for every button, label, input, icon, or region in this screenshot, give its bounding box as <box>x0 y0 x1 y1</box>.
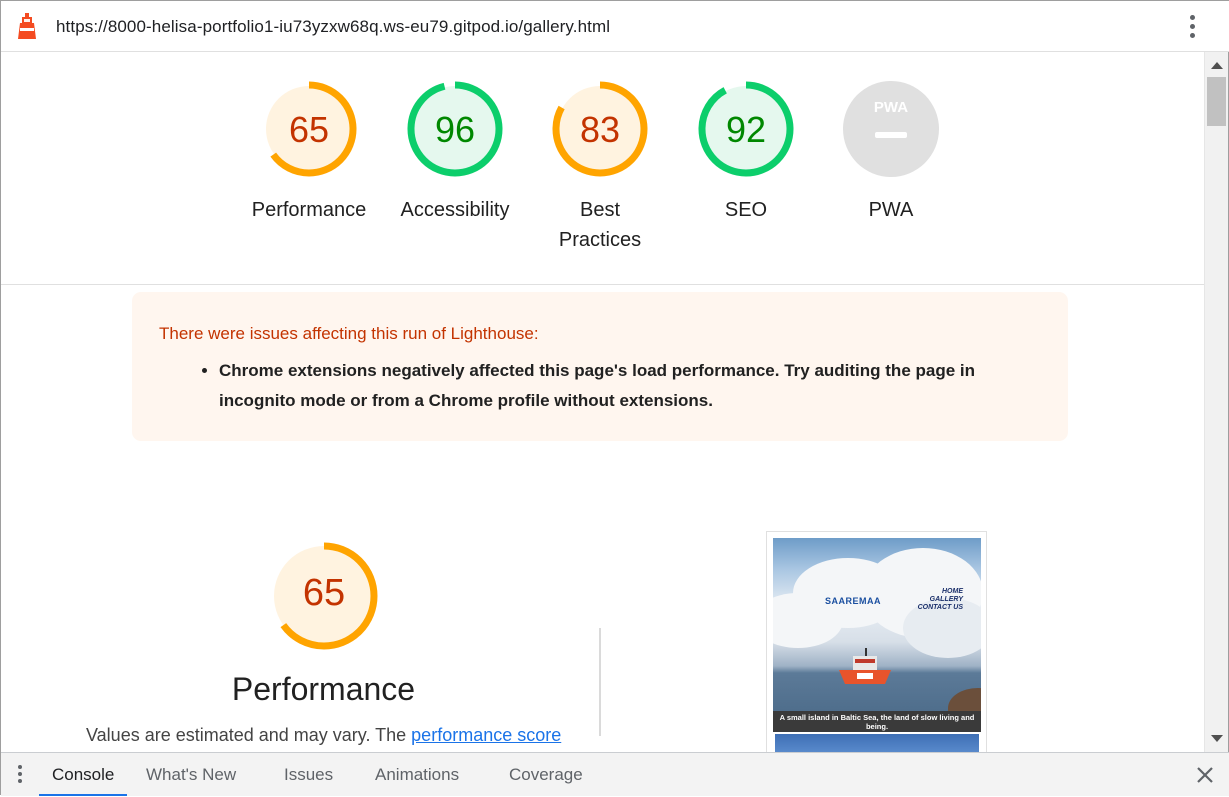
vertical-scrollbar[interactable] <box>1204 52 1228 752</box>
final-screenshot-thumbnail[interactable]: SAAREMAA HOME GALLERY CONTACT US A small… <box>766 531 987 753</box>
gauge-best-practices[interactable]: 83 Best Practices <box>530 81 670 255</box>
screenshot-second-image <box>775 734 979 752</box>
gauge-label: Best Practices <box>558 199 642 251</box>
lighthouse-logo-icon <box>18 13 36 39</box>
screenshot-hero-image: SAAREMAA HOME GALLERY CONTACT US <box>773 538 981 711</box>
screenshot-brand: SAAREMAA <box>825 596 882 606</box>
close-icon[interactable] <box>1195 765 1215 785</box>
lighthouse-warning-box: There were issues affecting this run of … <box>132 292 1068 441</box>
warning-title: There were issues affecting this run of … <box>159 324 539 343</box>
gauge-seo[interactable]: 92 SEO <box>676 81 816 225</box>
gauge-performance[interactable]: 65 Performance <box>239 81 379 225</box>
performance-score: 65 <box>302 572 346 614</box>
screenshot-caption: A small island in Baltic Sea, the land o… <box>773 711 981 732</box>
gauge-label: SEO <box>724 199 768 221</box>
tab-whats-new[interactable]: What's New <box>146 753 236 796</box>
devtools-drawer: Console What's New Issues Animations Cov… <box>1 752 1229 796</box>
drawer-menu-icon[interactable] <box>15 765 25 787</box>
performance-description-text: Values are estimated and may vary. The <box>86 725 412 745</box>
pwa-badge-icon: PWA <box>843 81 939 177</box>
page-url[interactable]: https://8000-helisa-portfolio1-iu73yzxw6… <box>56 17 610 37</box>
gauge-score: 96 <box>434 109 476 150</box>
gauge-accessibility[interactable]: 96 Accessibility <box>385 81 525 225</box>
performance-score-link[interactable]: performance score <box>411 725 561 745</box>
performance-description: Values are estimated and may vary. The p… <box>86 725 561 746</box>
gauge-score: 65 <box>288 109 330 150</box>
gauge-score: 92 <box>725 109 767 150</box>
gauge-label: PWA <box>868 199 914 221</box>
warning-item: Chrome extensions negatively affected th… <box>219 356 1039 416</box>
svg-text:PWA: PWA <box>874 99 908 116</box>
gauge-label: Accessibility <box>400 199 510 221</box>
scroll-up-arrow-icon[interactable] <box>1211 62 1223 69</box>
screenshot-nav: HOME GALLERY CONTACT US <box>917 588 963 611</box>
more-options-icon[interactable] <box>1184 13 1200 41</box>
performance-heading: Performance <box>231 671 416 707</box>
section-divider <box>599 628 601 736</box>
score-gauges: 65 Performance 96 Accessibility 83 Best … <box>1 52 1204 285</box>
lighthouse-window: https://8000-helisa-portfolio1-iu73yzxw6… <box>0 0 1229 796</box>
tab-coverage[interactable]: Coverage <box>509 753 583 796</box>
ship-image-icon <box>839 648 891 684</box>
scroll-down-arrow-icon[interactable] <box>1211 735 1223 742</box>
url-bar: https://8000-helisa-portfolio1-iu73yzxw6… <box>1 1 1229 52</box>
gauge-label: Performance <box>251 199 367 221</box>
tab-console[interactable]: Console <box>39 753 128 796</box>
tab-issues[interactable]: Issues <box>284 753 333 796</box>
scrollbar-thumb[interactable] <box>1207 77 1226 126</box>
gauge-pwa[interactable]: PWA PWA <box>821 81 961 225</box>
tab-animations[interactable]: Animations <box>375 753 459 796</box>
performance-gauge-large[interactable]: 65 <box>269 541 379 651</box>
gauge-score: 83 <box>579 109 621 150</box>
